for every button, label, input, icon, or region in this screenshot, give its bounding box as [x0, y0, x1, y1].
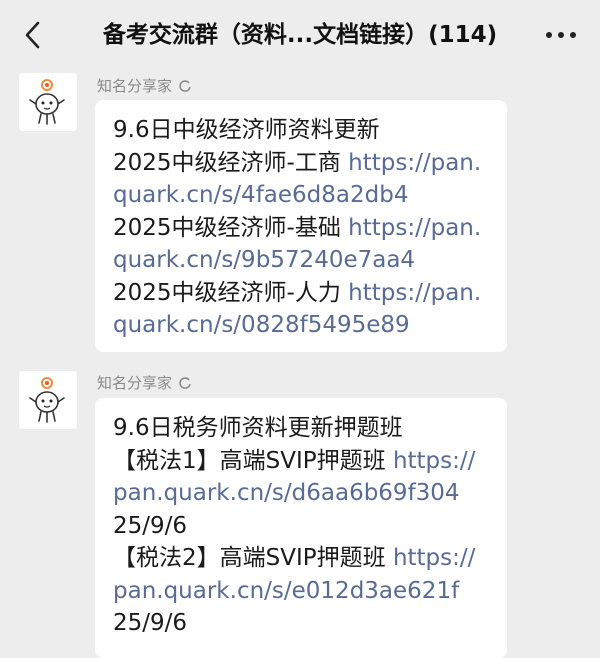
message-line: 9.6日税务师资料更新押题班 — [113, 412, 489, 445]
message-line: 【税法2】高端SVIP押题班 https://pan.quark.cn/s/e0… — [113, 542, 489, 607]
line-text: 9.6日中级经济师资料更新 — [113, 117, 380, 143]
sender-name: 知名分享家 — [97, 372, 192, 396]
line-text: 9.6日税务师资料更新押题班 — [113, 415, 403, 441]
sender-label: 知名分享家 — [97, 374, 173, 392]
status-ring-icon — [178, 77, 192, 99]
status-ring-icon — [178, 374, 192, 396]
message-line: 2025中级经济师-人力 https://pan.quark.cn/s/0828… — [113, 277, 489, 342]
sender-name: 知名分享家 — [97, 75, 192, 99]
more-button[interactable] — [544, 22, 578, 48]
more-dots-icon — [546, 32, 576, 38]
cartoon-avatar-icon — [29, 79, 65, 125]
line-text: 【税法2】高端SVIP押题班 — [113, 545, 393, 571]
cartoon-avatar-icon — [29, 377, 65, 423]
back-button[interactable] — [18, 20, 48, 50]
line-text: 2025中级经济师-人力 — [113, 279, 349, 306]
chevron-left-icon — [25, 21, 40, 49]
line-text: 2025中级经济师-基础 — [113, 214, 349, 241]
message-line: 2025中级经济师-基础 https://pan.quark.cn/s/9b57… — [113, 212, 489, 277]
line-text: 【税法1】高端SVIP押题班 — [113, 447, 393, 474]
chat-title: 备考交流群（资料...文档链接）(114) — [102, 22, 498, 48]
sender-label: 知名分享家 — [97, 77, 173, 95]
line-text: 2025中级经济师-工商 — [113, 149, 349, 176]
message-bubble[interactable]: 9.6日税务师资料更新押题班 【税法1】高端SVIP押题班 https://pa… — [95, 398, 507, 658]
message-line: 2025中级经济师-工商 https://pan.quark.cn/s/4fae… — [113, 147, 489, 212]
chat-header: 备考交流群（资料...文档链接）(114) — [0, 0, 600, 68]
line-text: 25/9/6 — [113, 512, 188, 539]
message-bubble[interactable]: 9.6日中级经济师资料更新 2025中级经济师-工商 https://pan.q… — [95, 100, 507, 352]
message-line: 25/9/6 — [113, 510, 489, 543]
message-line: 【税法1】高端SVIP押题班 https://pan.quark.cn/s/d6… — [113, 445, 489, 510]
line-text: 25/9/6 — [113, 610, 188, 636]
message-line: 25/9/6 — [113, 607, 489, 640]
avatar[interactable] — [19, 371, 77, 429]
message-line: 9.6日中级经济师资料更新 — [113, 114, 489, 147]
avatar[interactable] — [19, 73, 77, 131]
